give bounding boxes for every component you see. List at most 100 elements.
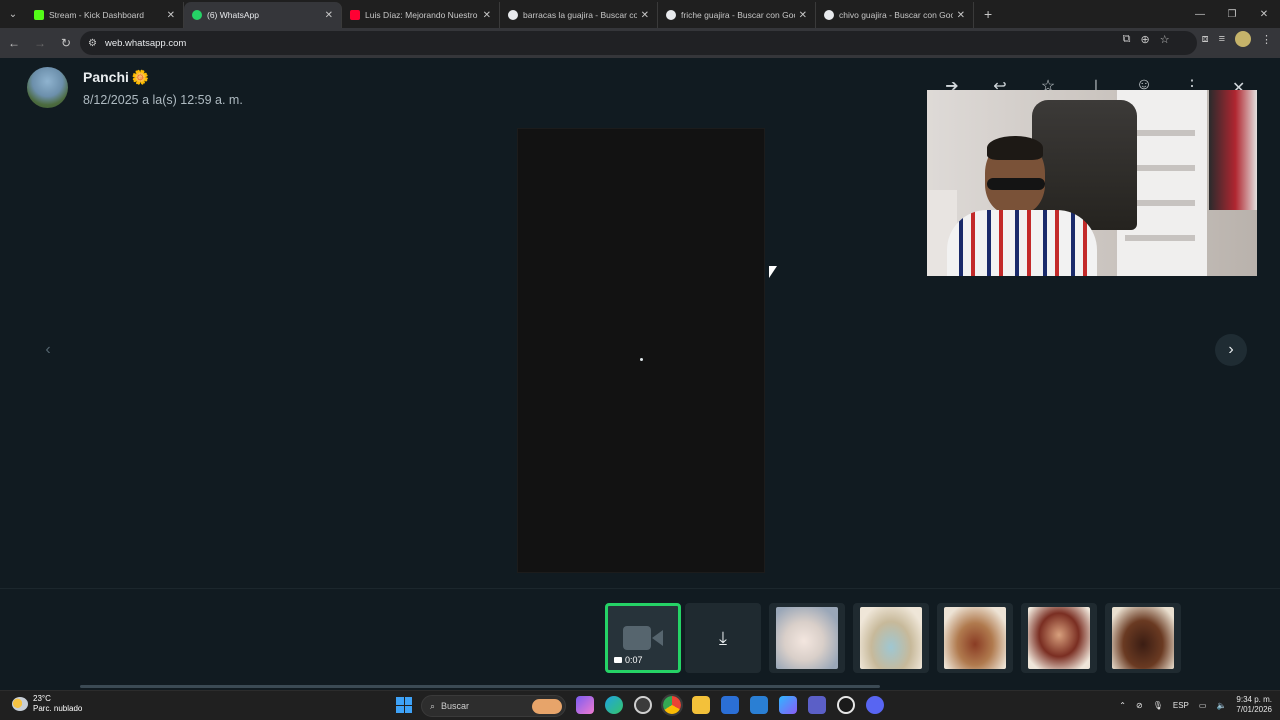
tab-label: Stream - Kick Dashboard: [49, 10, 144, 20]
thumbnail-divider: [0, 588, 1280, 589]
url-text: web.whatsapp.com: [104, 37, 187, 49]
webcam-overlay: [927, 90, 1257, 276]
network-off-icon[interactable]: ⊘: [1136, 701, 1143, 710]
close-tab-icon[interactable]: ✕: [167, 10, 175, 21]
windows-taskbar: 23°C Parc. nublado ⌕ Buscar ⌃ ⊘ 🎙 ESP ▭ …: [0, 690, 1280, 720]
restore-icon[interactable]: ❐: [1216, 0, 1248, 28]
teams-work-icon[interactable]: [808, 696, 826, 714]
zoom-icon[interactable]: ⊕: [1140, 33, 1149, 46]
weather-condition: Parc. nublado: [33, 704, 83, 713]
volume-icon[interactable]: 🔈: [1216, 701, 1226, 710]
whatsapp-icon: [192, 10, 202, 20]
partly-cloudy-icon: [12, 697, 28, 711]
window-controls: — ❐ ✕: [1184, 0, 1280, 28]
extensions-icon[interactable]: ⧈: [1202, 33, 1209, 46]
tab-google-chivo[interactable]: chivo guajira - Buscar con Goo ✕: [816, 2, 974, 28]
mouse-cursor: [769, 266, 777, 278]
edge-icon[interactable]: [605, 696, 623, 714]
tab-label: (6) WhatsApp: [207, 10, 259, 20]
close-tab-icon[interactable]: ✕: [799, 10, 807, 21]
google-icon: [824, 10, 834, 20]
browser-menu-icon[interactable]: ⋮: [1261, 33, 1272, 46]
contact-name-text: Panchi: [83, 69, 129, 85]
minimize-icon[interactable]: —: [1184, 0, 1216, 28]
tab-kick[interactable]: Stream - Kick Dashboard ✕: [26, 2, 184, 28]
tab-search-button[interactable]: ⌄: [0, 0, 26, 28]
close-window-icon[interactable]: ✕: [1248, 0, 1280, 28]
close-tab-icon[interactable]: ✕: [957, 10, 965, 21]
search-highlight-icon: [532, 699, 562, 714]
capcut-icon[interactable]: [837, 696, 855, 714]
temperature: 23°C: [33, 694, 51, 703]
system-tray: ⌃ ⊘ 🎙 ESP ▭ 🔈 9:34 p. m. 7/01/2026: [1119, 695, 1272, 715]
video-duration-text: 0:07: [625, 655, 643, 665]
file-explorer-icon[interactable]: [692, 696, 710, 714]
thumbnail-download[interactable]: ⤓: [685, 603, 761, 673]
sunglasses: [987, 178, 1045, 190]
thumbnail-picture: [944, 607, 1006, 669]
tab-google-friche[interactable]: friche guajira - Buscar con Goo ✕: [658, 2, 816, 28]
windows-start-icon[interactable]: [396, 697, 412, 713]
horizontal-scrollbar[interactable]: [80, 685, 880, 688]
close-tab-icon[interactable]: ✕: [325, 10, 333, 21]
streamer-hair: [987, 136, 1043, 160]
avatar[interactable]: [27, 67, 68, 108]
copilot-icon[interactable]: [576, 696, 594, 714]
weather-widget[interactable]: 23°C Parc. nublado: [12, 694, 82, 714]
video-duration: 0:07: [614, 655, 643, 665]
pinned-apps: [576, 694, 884, 716]
close-tab-icon[interactable]: ✕: [483, 10, 491, 21]
loading-indicator: [640, 358, 643, 361]
tab-label: friche guajira - Buscar con Goo: [681, 10, 795, 20]
thumbnail-video-selected[interactable]: 0:07: [605, 603, 681, 673]
thumbnail-picture: [860, 607, 922, 669]
clock[interactable]: 9:34 p. m. 7/01/2026: [1236, 695, 1272, 715]
discord-icon[interactable]: [866, 696, 884, 714]
tab-google-barracas[interactable]: barracas la guajira - Buscar con ✕: [500, 2, 658, 28]
taskbar-search[interactable]: ⌕ Buscar: [421, 695, 566, 717]
microsoft-store-icon[interactable]: [721, 696, 739, 714]
profile-avatar[interactable]: [1235, 31, 1251, 47]
install-app-icon[interactable]: ⧉: [1123, 33, 1131, 46]
toolbar-right: ⧉ ⊕ ☆ ⧈ ≡ ⋮: [1123, 31, 1272, 47]
thumbnail-image-baby[interactable]: [769, 603, 845, 673]
hanging-clothes: [1209, 90, 1257, 210]
video-player[interactable]: [517, 128, 765, 573]
thumbnail-image-dress-brown[interactable]: [937, 603, 1013, 673]
video-camera-icon: [623, 626, 663, 650]
thumbnail-image-dress-dark[interactable]: [1105, 603, 1181, 673]
previous-media-icon[interactable]: ‹: [38, 336, 58, 364]
youtube-icon: [350, 10, 360, 20]
back-icon[interactable]: ←: [2, 31, 26, 55]
search-placeholder: Buscar: [441, 701, 470, 711]
microphone-icon[interactable]: 🎙: [1153, 701, 1163, 710]
download-icon: ⤓: [719, 627, 727, 648]
google-icon: [508, 10, 518, 20]
next-media-icon[interactable]: ›: [1215, 334, 1247, 366]
bookmark-star-icon[interactable]: ☆: [1160, 33, 1170, 46]
thumbnail-image-dress-corset[interactable]: [1021, 603, 1097, 673]
address-bar[interactable]: ⚙ web.whatsapp.com: [80, 31, 1197, 55]
thumbnail-picture: [1112, 607, 1174, 669]
reload-icon[interactable]: ↻: [54, 31, 78, 55]
tab-label: Luis Díaz: Mejorando Nuestro I: [365, 10, 479, 20]
close-tab-icon[interactable]: ✕: [641, 10, 649, 21]
forward-icon[interactable]: →: [28, 31, 52, 55]
clock-date: 7/01/2026: [1236, 705, 1272, 714]
obs-icon[interactable]: [634, 696, 652, 714]
display-icon[interactable]: ▭: [1199, 701, 1207, 710]
site-info-icon[interactable]: ⚙: [88, 38, 97, 49]
tab-label: barracas la guajira - Buscar con: [523, 10, 637, 20]
tab-youtube[interactable]: Luis Díaz: Mejorando Nuestro I ✕: [342, 2, 500, 28]
mail-icon[interactable]: [750, 696, 768, 714]
google-icon: [666, 10, 676, 20]
tab-whatsapp[interactable]: (6) WhatsApp ✕: [184, 2, 342, 28]
chrome-icon[interactable]: [661, 694, 683, 716]
thumbnail-image-dress-blue[interactable]: [853, 603, 929, 673]
chevron-up-icon[interactable]: ⌃: [1119, 701, 1126, 710]
teams-icon[interactable]: [779, 696, 797, 714]
new-tab-button[interactable]: +: [984, 6, 992, 22]
browser-toolbar: ← → ↻ ⚙ web.whatsapp.com ⧉ ⊕ ☆ ⧈ ≡ ⋮: [0, 28, 1280, 58]
input-language[interactable]: ESP: [1173, 701, 1189, 710]
media-controls-icon[interactable]: ≡: [1219, 33, 1225, 45]
